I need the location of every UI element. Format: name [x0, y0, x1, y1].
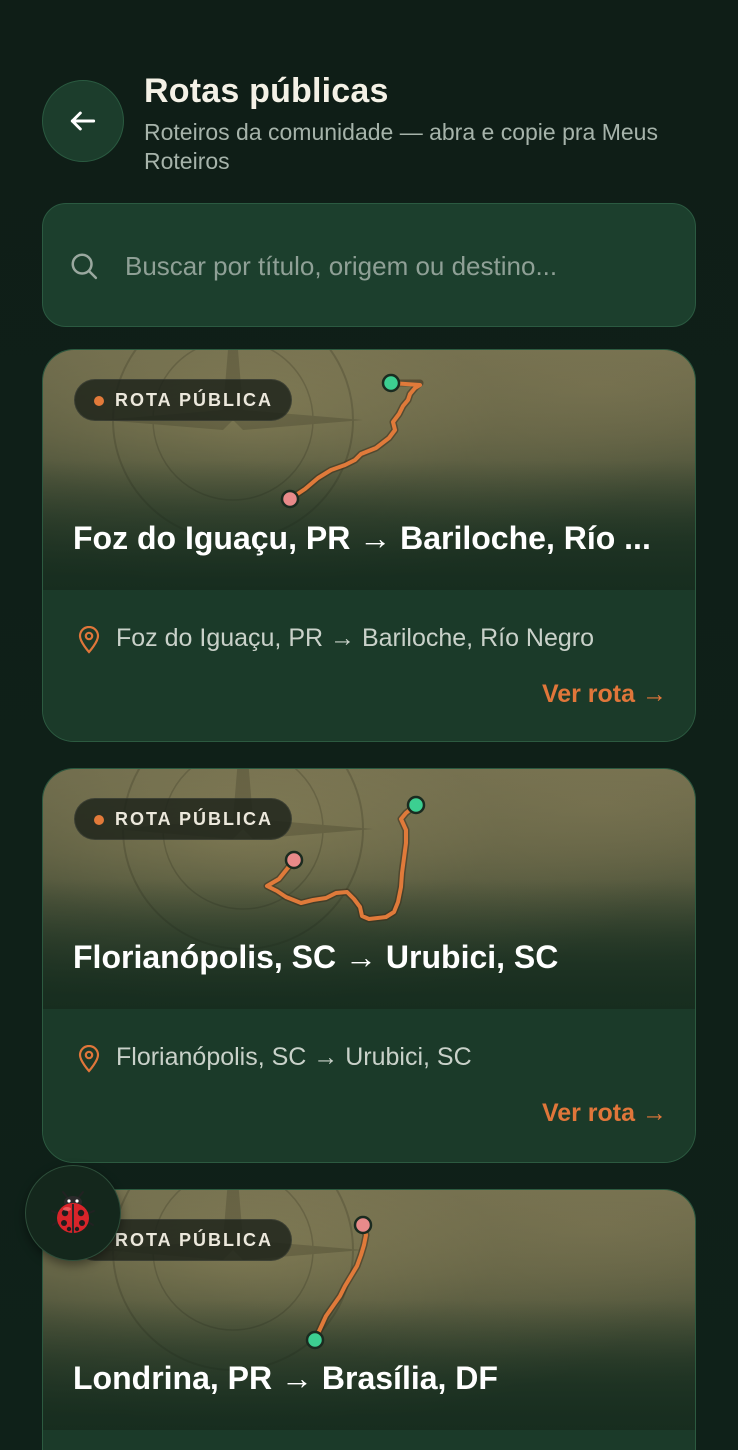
search-input[interactable]	[125, 242, 665, 290]
bug-report-button[interactable]	[25, 1165, 121, 1261]
route-end-marker	[284, 850, 304, 870]
route-start-marker	[381, 373, 401, 393]
badge-dot	[94, 815, 104, 825]
search-icon	[71, 253, 98, 280]
map-pin-icon	[78, 626, 100, 654]
route-card-body: Foz do Iguaçu, PR → Bariloche, Río Negro…	[43, 590, 695, 741]
route-map-preview: ROTA PÚBLICA Florianópolis, SC → Urubici…	[43, 769, 695, 1009]
route-card-body: Florianópolis, SC → Urubici, SC Ver rota…	[43, 1009, 695, 1162]
header: Rotas públicas Roteiros da comunidade — …	[0, 0, 738, 200]
map-pin-icon	[78, 1045, 100, 1073]
route-origin-destination: Foz do Iguaçu, PR → Bariloche, Río Negro	[116, 624, 595, 652]
route-map-preview: ROTA PÚBLICA Londrina, PR → Brasília, DF	[43, 1190, 695, 1430]
route-end-marker	[353, 1215, 373, 1235]
page-subtitle: Roteiros da comunidade — abra e copie pr…	[144, 119, 658, 174]
public-route-badge: ROTA PÚBLICA	[74, 798, 292, 840]
route-map-preview: ROTA PÚBLICA Foz do Iguaçu, PR → Bariloc…	[43, 350, 695, 590]
route-card[interactable]: ROTA PÚBLICA Foz do Iguaçu, PR → Bariloc…	[42, 349, 696, 742]
public-route-badge: ROTA PÚBLICA	[74, 379, 292, 421]
arrow-left-icon	[70, 111, 96, 131]
route-card-title: Florianópolis, SC → Urubici, SC	[73, 939, 559, 975]
back-button[interactable]	[42, 80, 124, 162]
route-origin-destination: Florianópolis, SC → Urubici, SC	[116, 1043, 472, 1071]
badge-dot	[94, 396, 104, 406]
public-routes-screen: Rotas públicas Roteiros da comunidade — …	[0, 0, 738, 1450]
route-card[interactable]: ROTA PÚBLICA Florianópolis, SC → Urubici…	[42, 768, 696, 1163]
route-card-title: Londrina, PR → Brasília, DF	[73, 1360, 498, 1396]
route-card-title: Foz do Iguaçu, PR → Bariloche, Río ...	[73, 520, 651, 556]
route-card[interactable]: ROTA PÚBLICA Londrina, PR → Brasília, DF	[42, 1189, 696, 1450]
route-start-marker	[406, 795, 426, 815]
page-title: Rotas públicas	[144, 72, 389, 110]
view-route-link[interactable]: Ver rota →	[542, 680, 667, 709]
view-route-link[interactable]: Ver rota →	[542, 1099, 667, 1128]
route-end-marker	[280, 489, 300, 509]
route-start-marker	[305, 1330, 325, 1350]
ladybug-icon	[51, 1191, 95, 1233]
search-bar[interactable]	[42, 203, 696, 327]
